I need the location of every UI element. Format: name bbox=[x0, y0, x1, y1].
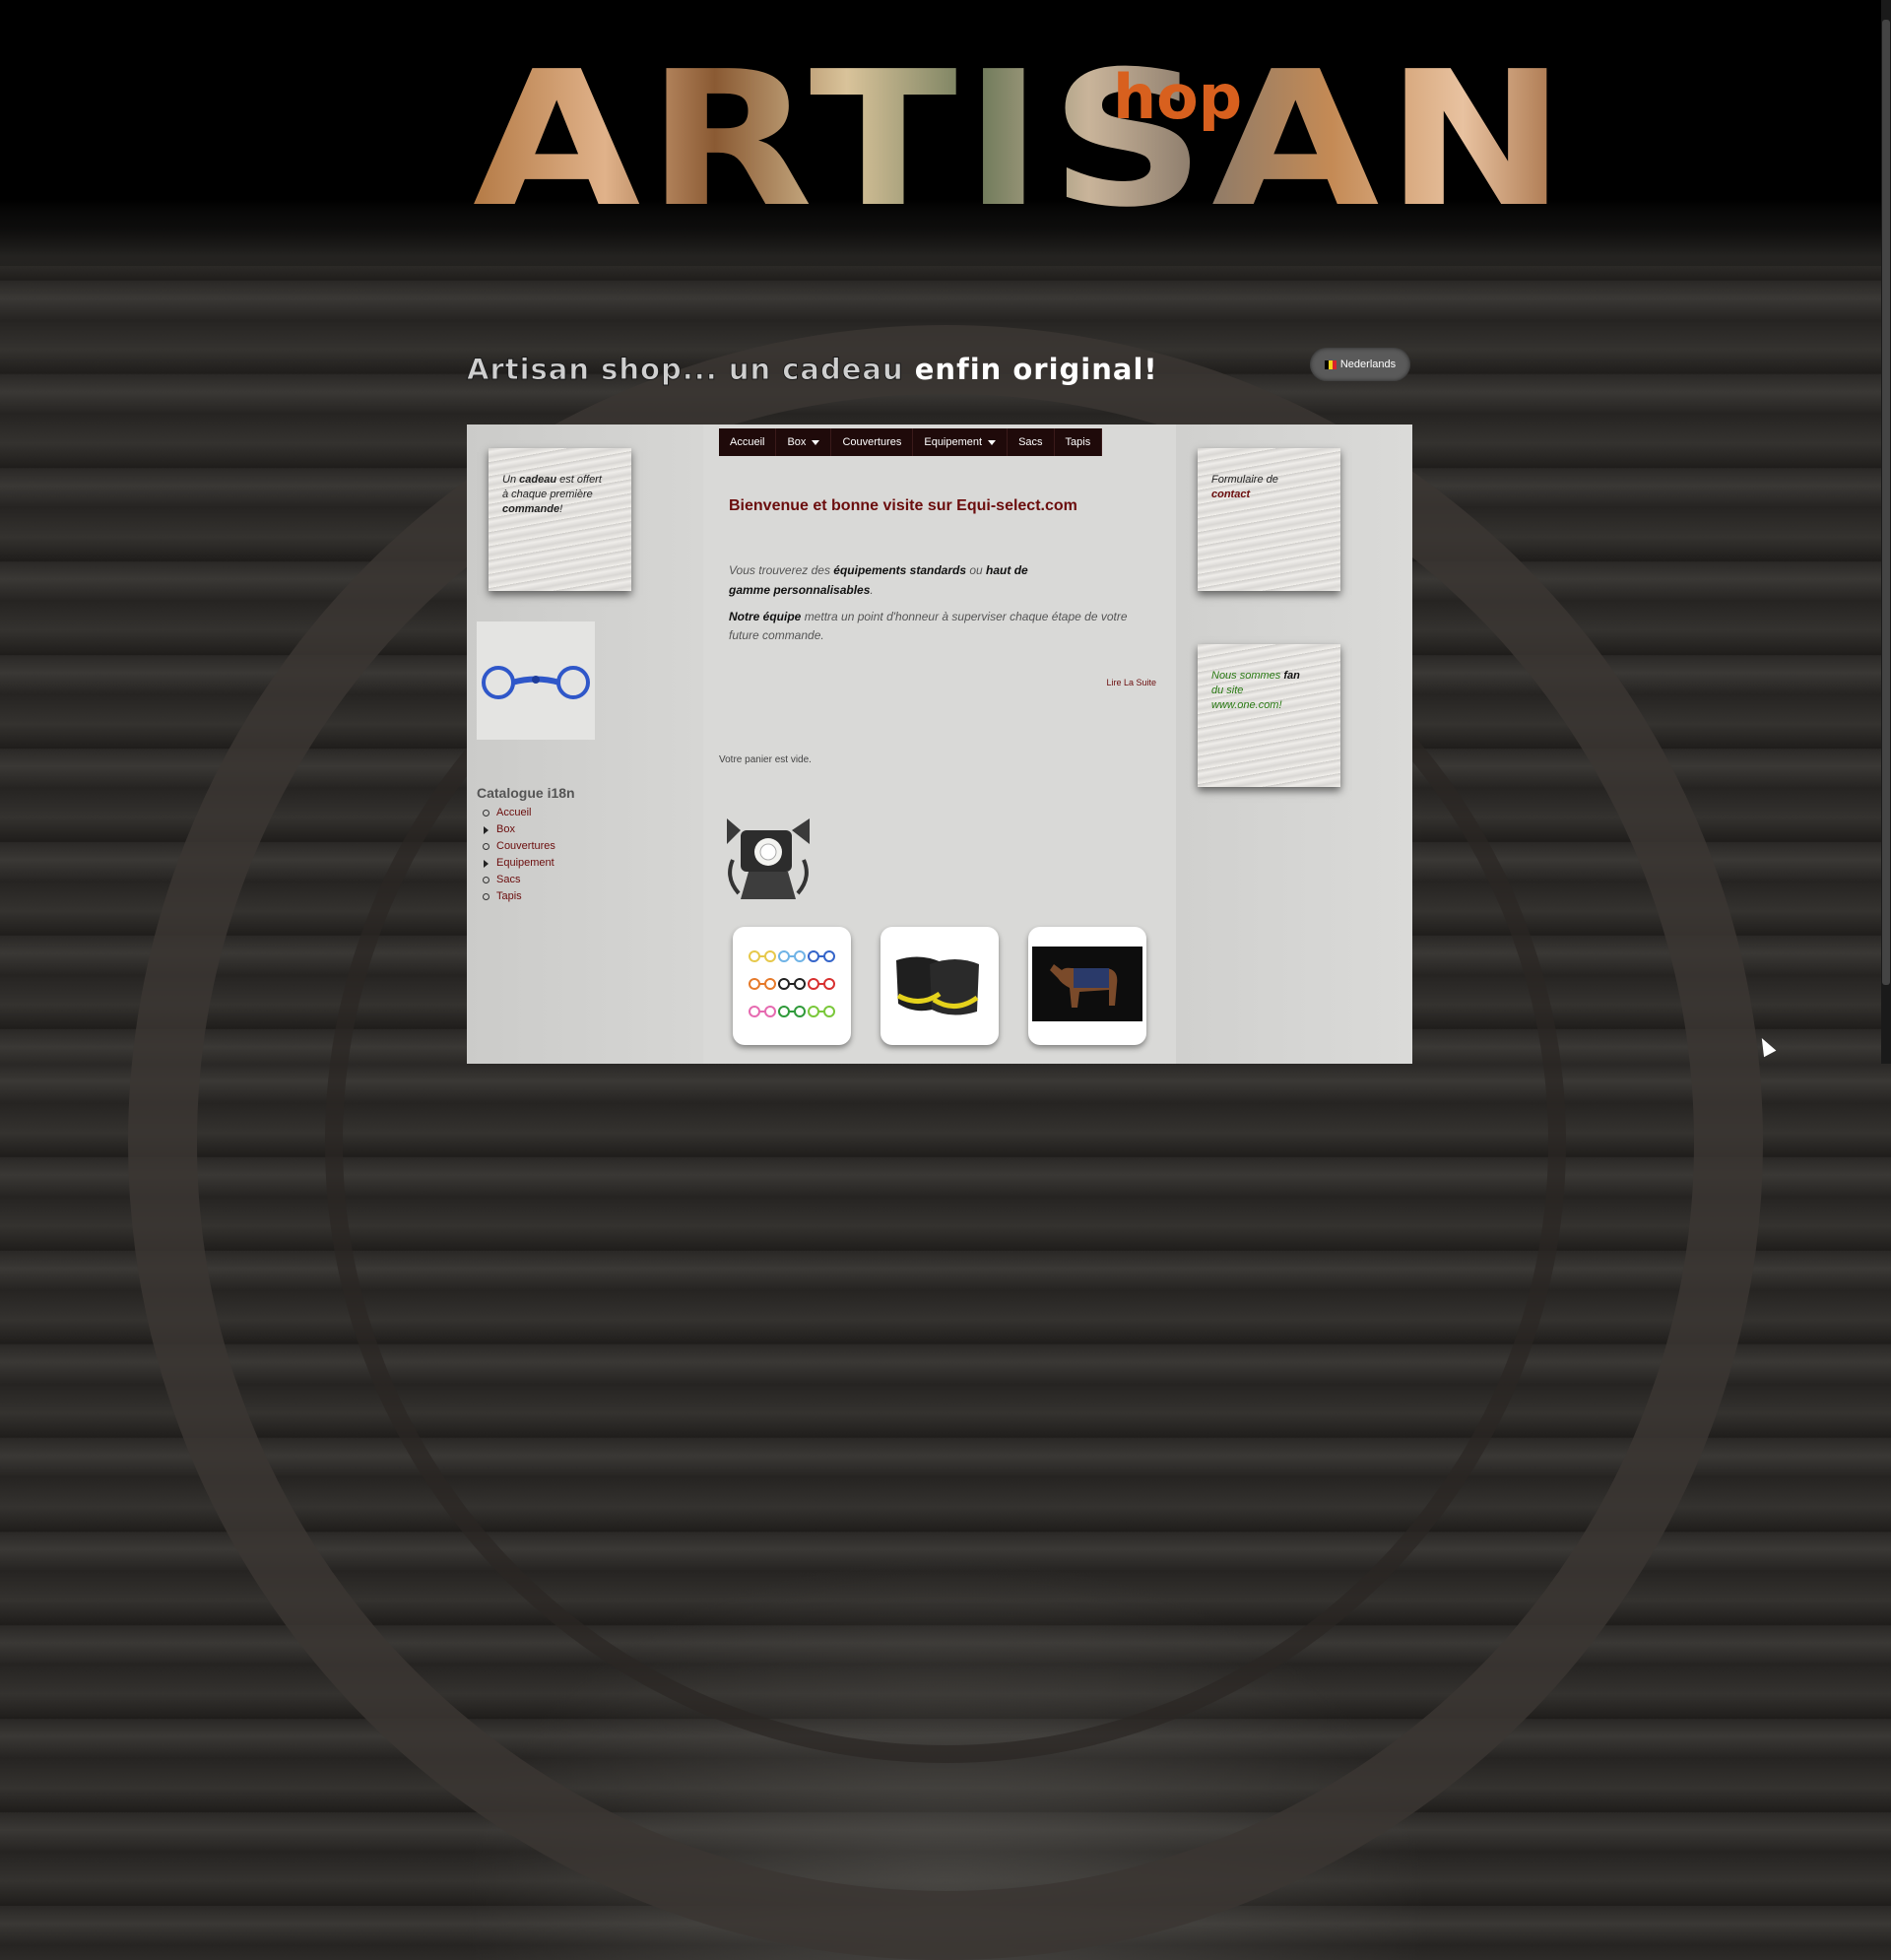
intro-text: Vous trouverez des bbox=[729, 563, 830, 577]
catalog-item-label: Couvertures bbox=[496, 840, 555, 852]
welcome-heading: Bienvenue et bonne visite sur Equi-selec… bbox=[729, 497, 1077, 514]
product-thumb-bits[interactable] bbox=[733, 927, 851, 1045]
catalog-item-box[interactable]: Box bbox=[477, 821, 555, 838]
menu-tapis[interactable]: Tapis bbox=[1055, 428, 1103, 456]
circle-bullet-icon bbox=[483, 877, 489, 883]
artisan-shop-logo[interactable]: ARTISAN hop bbox=[473, 46, 1567, 246]
caret-down-icon bbox=[988, 439, 997, 445]
intro-punct: . bbox=[870, 583, 874, 597]
caret-down-icon bbox=[812, 439, 820, 445]
arrow-right-icon bbox=[484, 860, 489, 868]
catalog-list: Accueil Box Couvertures Equipement Sacs … bbox=[477, 805, 555, 905]
spotlight-icon bbox=[727, 818, 810, 899]
logo-artisan-text: ARTISAN bbox=[473, 31, 1573, 248]
contact-note-text: Formulaire de bbox=[1211, 474, 1278, 486]
menu-box[interactable]: Box bbox=[776, 428, 832, 456]
catalog-item-couvertures[interactable]: Couvertures bbox=[477, 838, 555, 855]
menu-label: Equipement bbox=[924, 436, 983, 448]
intro-paragraph: Vous trouverez des équipements standards… bbox=[729, 560, 1044, 600]
catalog-item-label: Equipement bbox=[496, 857, 554, 869]
scrollbar-thumb[interactable] bbox=[1882, 20, 1890, 985]
circle-bullet-icon bbox=[483, 810, 489, 817]
left-sidebar: Un cadeau est offert à chaque première c… bbox=[467, 425, 703, 1064]
spotlight-image bbox=[719, 809, 817, 907]
fan-note-text: Nous sommes bbox=[1211, 670, 1281, 682]
team-emphasis: Notre équipe bbox=[729, 610, 802, 623]
menu-sacs[interactable]: Sacs bbox=[1008, 428, 1055, 456]
catalog-item-label: Sacs bbox=[496, 874, 521, 885]
catalog-item-tapis[interactable]: Tapis bbox=[477, 888, 555, 905]
catalog-title: Catalogue i18n bbox=[477, 785, 575, 801]
menu-couvertures[interactable]: Couvertures bbox=[831, 428, 914, 456]
main-container: Un cadeau est offert à chaque première c… bbox=[467, 425, 1412, 1064]
product-thumb-saddle-pads[interactable] bbox=[880, 927, 999, 1045]
circle-bullet-icon bbox=[483, 893, 489, 900]
catalog-item-equipement[interactable]: Equipement bbox=[477, 855, 555, 872]
fan-note-emphasis: fan bbox=[1283, 670, 1300, 682]
contact-note: Formulaire de contact bbox=[1198, 448, 1340, 591]
horse-bit-image[interactable] bbox=[477, 621, 595, 740]
saddle-pad-icon bbox=[896, 956, 979, 1015]
catalog-item-label: Tapis bbox=[496, 890, 522, 902]
intro-emphasis: équipements standards bbox=[833, 563, 966, 577]
cart-status: Votre panier est vide. bbox=[719, 754, 812, 765]
logo-shop-text: hop bbox=[1113, 61, 1243, 133]
fan-note: Nous sommes fan du site www.one.com! bbox=[1198, 644, 1340, 787]
catalog-item-accueil[interactable]: Accueil bbox=[477, 805, 555, 821]
main-menu: Accueil Box Couvertures Equipement Sacs … bbox=[719, 428, 1103, 456]
menu-label: Sacs bbox=[1018, 436, 1043, 448]
arrow-right-icon bbox=[484, 826, 489, 834]
horse-blanket-icon bbox=[1032, 947, 1142, 1021]
right-sidebar: Formulaire de contact Nous sommes fan du… bbox=[1176, 425, 1412, 1064]
mouse-cursor-icon bbox=[1755, 1034, 1777, 1058]
gift-note-punct: ! bbox=[559, 503, 563, 515]
horse-bit-icon bbox=[482, 666, 590, 699]
language-label: Nederlands bbox=[1339, 359, 1397, 370]
menu-label: Accueil bbox=[730, 436, 765, 448]
circle-bullet-icon bbox=[483, 843, 489, 850]
catalog-item-label: Box bbox=[496, 823, 515, 835]
read-more-link[interactable]: Lire La Suite bbox=[1106, 678, 1156, 687]
tagline: Artisan shop... un cadeau enfin original… bbox=[467, 353, 1158, 387]
tagline-part-1: Artisan shop... un cadeau bbox=[467, 353, 904, 387]
bits-collection-icon bbox=[749, 950, 835, 1017]
fan-note-text-2: du site bbox=[1211, 685, 1244, 696]
product-thumb-horse-blanket[interactable] bbox=[1028, 927, 1146, 1045]
menu-label: Tapis bbox=[1065, 436, 1091, 448]
gift-note: Un cadeau est offert à chaque première c… bbox=[489, 448, 631, 591]
catalog-item-sacs[interactable]: Sacs bbox=[477, 872, 555, 888]
menu-equipement[interactable]: Equipement bbox=[913, 428, 1009, 456]
menu-label: Couvertures bbox=[842, 436, 902, 448]
team-paragraph: Notre équipe mettra un point d'honneur à… bbox=[729, 608, 1152, 645]
gift-note-emphasis: cadeau bbox=[519, 474, 557, 486]
fan-note-link[interactable]: www.one.com! bbox=[1211, 699, 1282, 711]
catalog-item-label: Accueil bbox=[496, 807, 532, 818]
contact-link[interactable]: contact bbox=[1211, 489, 1250, 500]
belgium-flag-icon bbox=[1324, 359, 1337, 369]
gift-note-text: Un bbox=[502, 474, 517, 486]
tagline-part-2: enfin original! bbox=[914, 353, 1158, 386]
main-content: Accueil Box Couvertures Equipement Sacs … bbox=[703, 425, 1176, 1064]
intro-text-2: ou bbox=[969, 563, 983, 577]
menu-accueil[interactable]: Accueil bbox=[719, 428, 777, 456]
gift-note-emphasis-2: commande bbox=[502, 503, 560, 515]
menu-label: Box bbox=[787, 436, 807, 448]
language-switcher[interactable]: Nederlands bbox=[1310, 348, 1410, 381]
